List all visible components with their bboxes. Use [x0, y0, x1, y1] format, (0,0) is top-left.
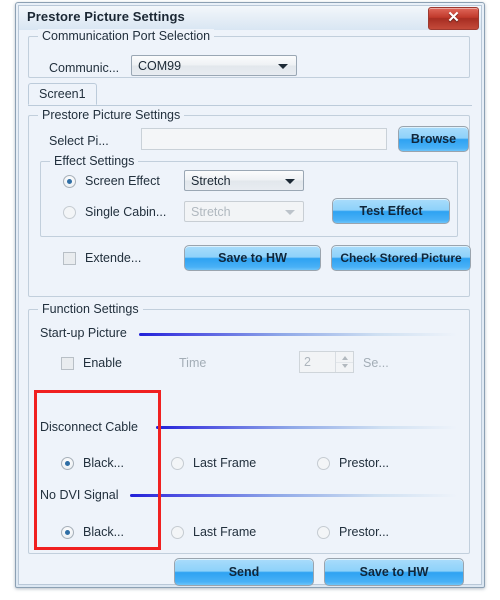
disconnect-cable-option-prestore-radio[interactable] [317, 457, 330, 470]
save-to-hw-button-top[interactable]: Save to HW [184, 245, 321, 271]
title-bar[interactable]: Prestore Picture Settings ✕ [19, 6, 481, 31]
effect-settings-group-title: Effect Settings [50, 154, 139, 168]
screen-effect-value: Stretch [191, 173, 231, 188]
startup-time-label: Time [179, 356, 207, 370]
single-cabinet-value: Stretch [191, 204, 231, 219]
no-dvi-signal-separator [130, 494, 457, 497]
startup-time-value: 2 [304, 355, 311, 369]
startup-picture-section-label: Start-up Picture [40, 326, 127, 340]
disconnect-cable-option-black-radio[interactable] [61, 457, 74, 470]
browse-button[interactable]: Browse [398, 126, 469, 152]
no-dvi-signal-option-last-frame-label: Last Frame [193, 525, 257, 539]
no-dvi-signal-option-prestore-radio[interactable] [317, 526, 330, 539]
window-title: Prestore Picture Settings [27, 9, 185, 24]
close-icon: ✕ [447, 9, 460, 26]
disconnect-cable-option-last-frame-radio[interactable] [171, 457, 184, 470]
chevron-down-icon [285, 178, 295, 184]
screen-effect-combobox[interactable]: Stretch [184, 170, 304, 191]
send-button[interactable]: Send [174, 558, 314, 586]
select-picture-label: Select Pi... [49, 134, 109, 148]
communication-port-combobox[interactable]: COM99 [131, 55, 297, 76]
close-button[interactable]: ✕ [428, 7, 479, 30]
disconnect-cable-option-prestore-label: Prestor... [339, 456, 390, 470]
dialog-window: Prestore Picture Settings ✕ Communicatio… [15, 2, 485, 588]
disconnect-cable-section-label: Disconnect Cable [40, 420, 138, 434]
picture-path-input[interactable] [141, 128, 387, 150]
screen-effect-label: Screen Effect [85, 174, 160, 188]
single-cabinet-radio[interactable] [63, 206, 76, 219]
communication-port-label: Communic... [49, 61, 120, 75]
dialog-client-area: Communication Port Selection Communic...… [19, 29, 481, 586]
startup-enable-label: Enable [83, 356, 122, 370]
spinner-buttons[interactable] [335, 352, 353, 372]
chevron-down-icon [278, 63, 288, 69]
test-effect-button[interactable]: Test Effect [332, 198, 450, 224]
startup-picture-separator [139, 333, 457, 336]
communication-port-value: COM99 [138, 58, 182, 73]
no-dvi-signal-option-prestore-label: Prestor... [339, 525, 390, 539]
single-cabinet-label: Single Cabin... [85, 205, 167, 219]
tab-strip: Screen1 [28, 83, 472, 106]
screen-effect-radio[interactable] [63, 175, 76, 188]
function-settings-group-title: Function Settings [38, 302, 143, 316]
check-stored-picture-button[interactable]: Check Stored Picture [331, 245, 471, 271]
dialog-window-inner: Prestore Picture Settings ✕ Communicatio… [18, 5, 482, 586]
disconnect-cable-separator [156, 426, 457, 429]
communication-port-group-title: Communication Port Selection [38, 29, 215, 43]
disconnect-cable-option-black-label: Black... [83, 456, 124, 470]
tab-screen1[interactable]: Screen1 [28, 83, 97, 105]
no-dvi-signal-option-last-frame-radio[interactable] [171, 526, 184, 539]
startup-time-spinner[interactable]: 2 [299, 351, 354, 373]
prestore-picture-group-title: Prestore Picture Settings [38, 108, 185, 122]
disconnect-cable-option-last-frame-label: Last Frame [193, 456, 257, 470]
spinner-down-icon[interactable] [336, 362, 353, 372]
chevron-down-icon [285, 209, 295, 215]
single-cabinet-combobox[interactable]: Stretch [184, 201, 304, 222]
startup-enable-checkbox[interactable] [61, 357, 74, 370]
no-dvi-signal-option-black-radio[interactable] [61, 526, 74, 539]
extend-checkbox[interactable] [63, 252, 76, 265]
save-to-hw-button-bottom[interactable]: Save to HW [324, 558, 464, 586]
startup-time-unit-label: Se... [363, 356, 389, 370]
extend-label: Extende... [85, 251, 142, 265]
no-dvi-signal-option-black-label: Black... [83, 525, 124, 539]
no-dvi-signal-section-label: No DVI Signal [40, 488, 119, 502]
